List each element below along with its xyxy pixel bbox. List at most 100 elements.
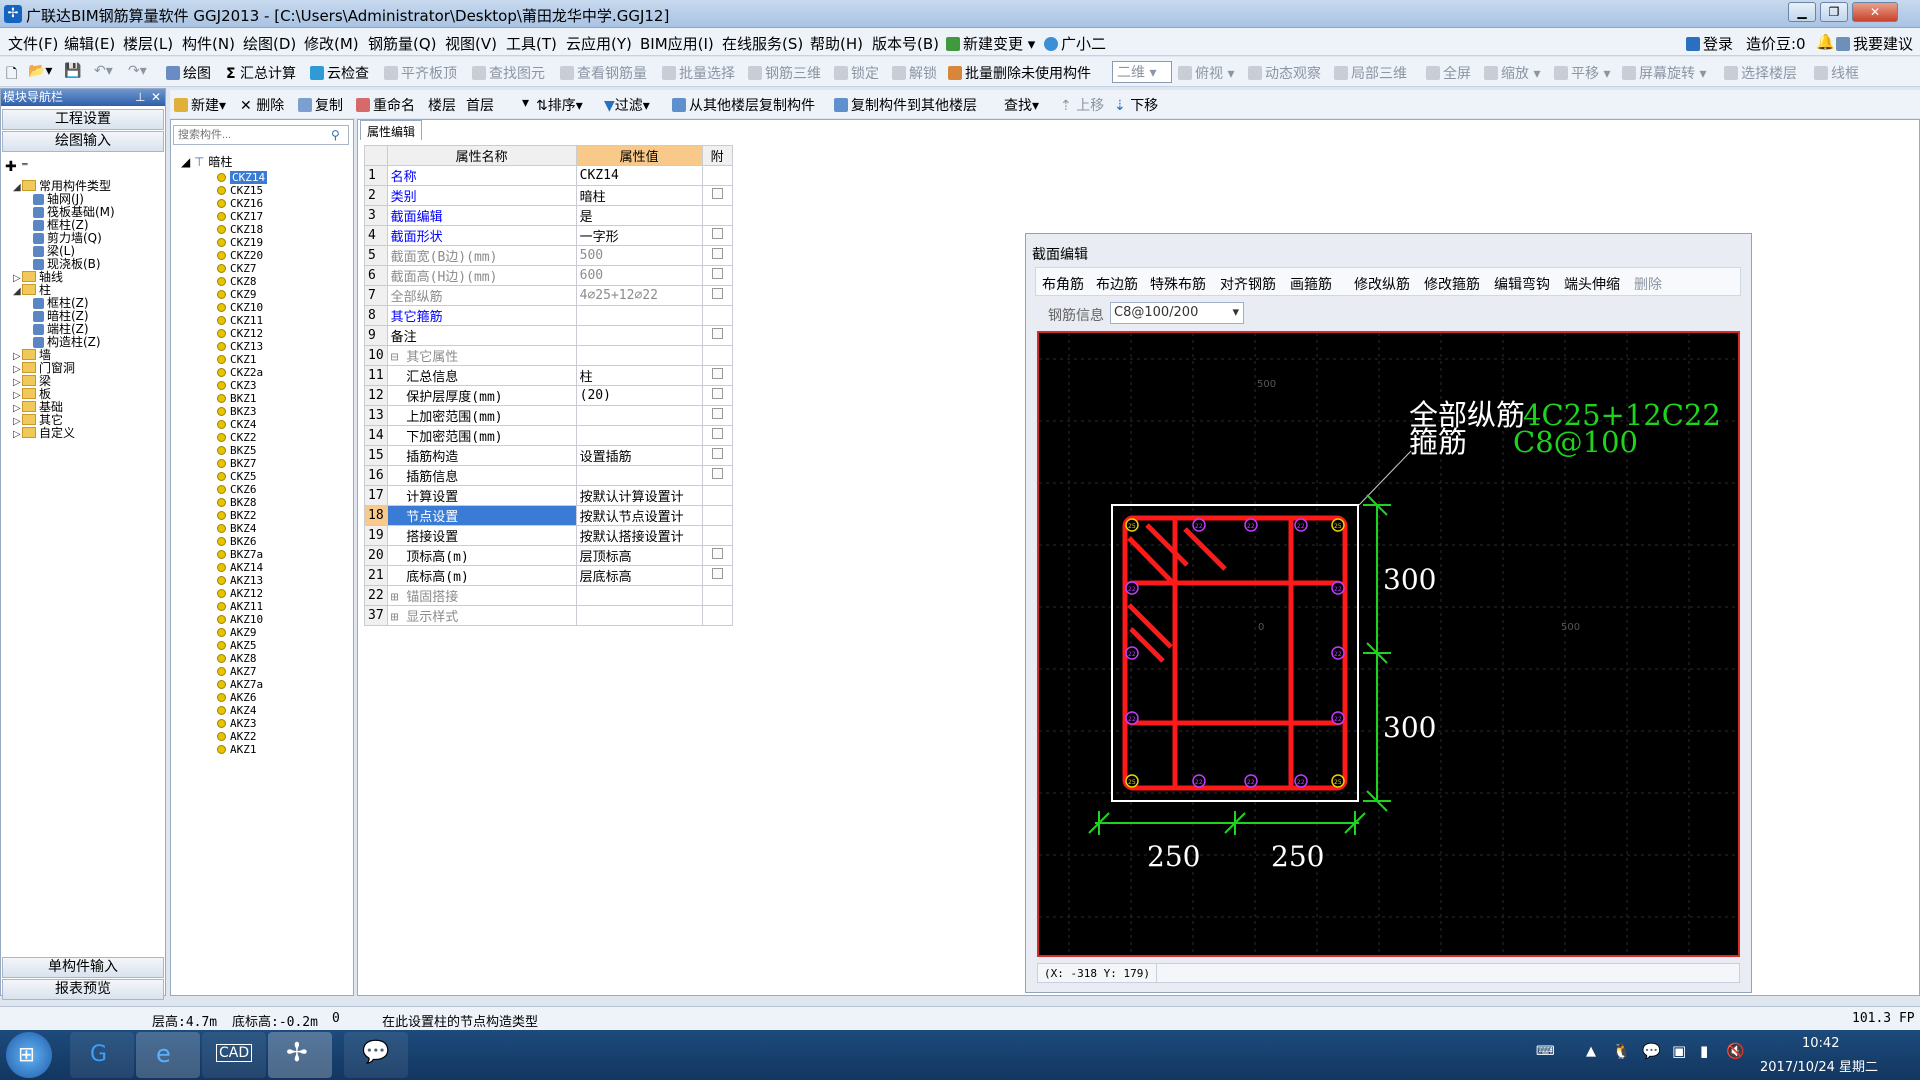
rebar-info-select[interactable]: C8@100/200 ▾ [1110,302,1244,324]
find-button[interactable]: 查找▾ [1004,95,1039,115]
property-value[interactable]: 一字形 [575,225,703,246]
find-element-button[interactable]: 查找图元 [472,63,545,83]
copy-from-floor-button[interactable]: 从其他楼层复制构件 [672,95,815,115]
component-item[interactable]: BKZ8 [217,496,257,509]
property-value[interactable]: 设置插筋 [575,445,703,466]
redo-icon[interactable]: ↷▾ [128,63,147,79]
taskbar-app-ie[interactable]: e [136,1032,200,1078]
end-extend-button[interactable]: 端头伸缩 [1564,274,1620,294]
component-item[interactable]: CKZ7 [217,262,257,275]
qq-icon[interactable]: 🐧 [1612,1042,1631,1060]
component-item[interactable]: BKZ4 [217,522,257,535]
property-add-checkbox[interactable] [711,368,723,379]
property-row[interactable]: 17 计算设置 按默认计算设置计 [364,485,733,506]
section-canvas[interactable]: 500 0 500 25 25 25 25 22 22 22 22 22 22 22 22 22 22 22… [1037,331,1740,957]
suggest-link[interactable]: 我要建议 [1836,33,1913,54]
component-item[interactable]: AKZ8 [217,652,257,665]
delete-component-button[interactable]: ✕ 删除 [240,95,284,115]
component-root[interactable]: ◢ ⊤ 暗柱 [181,153,232,170]
component-item[interactable]: BKZ7 [217,457,257,470]
component-item[interactable]: AKZ7a [217,678,263,691]
draw-stirrup-button[interactable]: 画箍筋 [1290,274,1332,294]
component-item[interactable]: CKZ20 [217,249,263,262]
expand-toggle-icon[interactable]: ▷ [13,429,22,440]
menu-online[interactable]: 在线服务(S) [722,33,803,54]
sort-button[interactable]: ⇅排序▾ [536,95,583,115]
component-item[interactable]: AKZ10 [217,613,263,626]
component-item[interactable]: BKZ7a [217,548,263,561]
delete-bar-button[interactable]: 删除 [1634,274,1662,294]
property-row[interactable]: 11 汇总信息柱 [364,365,733,386]
property-value[interactable]: 柱 [575,365,703,386]
volume-icon[interactable]: 🔇 [1726,1042,1745,1060]
search-icon[interactable]: ⚲ [331,128,340,142]
property-add-checkbox[interactable] [711,188,723,199]
property-value[interactable] [575,305,703,326]
component-item[interactable]: BKZ6 [217,535,257,548]
menu-tools[interactable]: 工具(T) [506,33,557,54]
menu-view[interactable]: 视图(V) [445,33,497,54]
keyboard-icon[interactable]: ⌨ [1536,1044,1555,1059]
collapse-toggle-icon[interactable]: ◢ [13,286,22,297]
minimize-button[interactable]: ▁ [1788,2,1816,22]
menu-file[interactable]: 文件(F) [8,33,58,54]
property-value[interactable] [575,345,703,366]
project-settings-button[interactable]: 工程设置 [2,109,164,130]
search-input[interactable] [173,125,349,145]
component-item[interactable]: AKZ6 [217,691,257,704]
login-link[interactable]: 登录 [1686,33,1733,54]
component-item[interactable]: AKZ1 [217,743,257,756]
menu-version[interactable]: 版本号(B) [872,33,939,54]
single-component-input-button[interactable]: 单构件输入 [2,957,164,978]
component-item[interactable]: AKZ7 [217,665,257,678]
component-item[interactable]: CKZ17 [217,210,263,223]
property-row[interactable]: 18 节点设置 按默认节点设置计 [364,505,733,526]
edge-bar-button[interactable]: 布边筋 [1096,274,1138,294]
filter-button[interactable]: ▼过滤▾ [604,95,650,115]
property-row[interactable]: 21 底标高(m) 层底标高 [364,565,733,586]
align-slab-top-button[interactable]: 平齐板顶 [384,63,457,83]
component-item[interactable]: CKZ13 [217,340,263,353]
partial-3d-button[interactable]: 局部三维 [1334,63,1407,83]
property-add-checkbox[interactable] [711,268,723,279]
taskbar-app-glodon[interactable]: G [70,1032,134,1078]
menu-component[interactable]: 构件(N) [182,33,235,54]
collapse-toggle-icon[interactable]: ◢ [13,182,22,193]
component-item[interactable]: BKZ2 [217,509,257,522]
component-item[interactable]: AKZ5 [217,639,257,652]
rebar-3d-button[interactable]: 钢筋三维 [748,63,821,83]
batch-select-button[interactable]: 批量选择 [662,63,735,83]
menu-rebar[interactable]: 钢筋量(Q) [368,33,437,54]
component-item[interactable]: CKZ5 [217,470,257,483]
property-value[interactable]: 按默认计算设置计 [575,485,703,506]
property-row[interactable]: 19 搭接设置 按默认搭接设置计 [364,525,733,546]
property-add-checkbox[interactable] [711,388,723,399]
component-item[interactable]: AKZ12 [217,587,263,600]
property-add-checkbox[interactable] [711,288,723,299]
nav-tree-folder[interactable]: ▷ 自定义 [13,424,75,441]
property-value[interactable] [575,605,703,626]
component-item[interactable]: CKZ3 [217,379,257,392]
property-value[interactable]: 按默认搭接设置计 [575,525,703,546]
rename-button[interactable]: 重命名 [356,95,415,115]
new-component-button[interactable]: 新建▾ [174,95,226,115]
select-floor-button[interactable]: 选择楼层 [1724,63,1797,83]
menu-bim[interactable]: BIM应用(I) [640,33,714,54]
taskbar-app-rebar[interactable]: ✢ [268,1032,332,1078]
bell-icon[interactable]: 🔔 [1816,33,1835,51]
view-rebar-button[interactable]: 查看钢筋量 [560,63,647,83]
property-value[interactable]: (20) [575,385,703,406]
component-item[interactable]: AKZ13 [217,574,263,587]
property-value[interactable]: 4⌀25+12⌀22 [575,285,703,306]
taskbar-app-cad[interactable]: CAD [202,1032,266,1078]
property-add-checkbox[interactable] [711,448,723,459]
menu-cloud[interactable]: 云应用(Y) [566,33,632,54]
property-value[interactable] [575,465,703,486]
collapse-toggle-icon[interactable]: ◢ [181,155,194,169]
property-row[interactable]: 1 名称 CKZ14 [364,165,733,186]
property-value[interactable]: CKZ14 [575,165,703,186]
menu-assistant[interactable]: 广小二 [1044,33,1106,54]
menu-new-change[interactable]: 新建变更 ▾ [946,33,1035,54]
property-row[interactable]: 8 其它箍筋 [364,305,733,326]
property-value[interactable]: 层顶标高 [575,545,703,566]
